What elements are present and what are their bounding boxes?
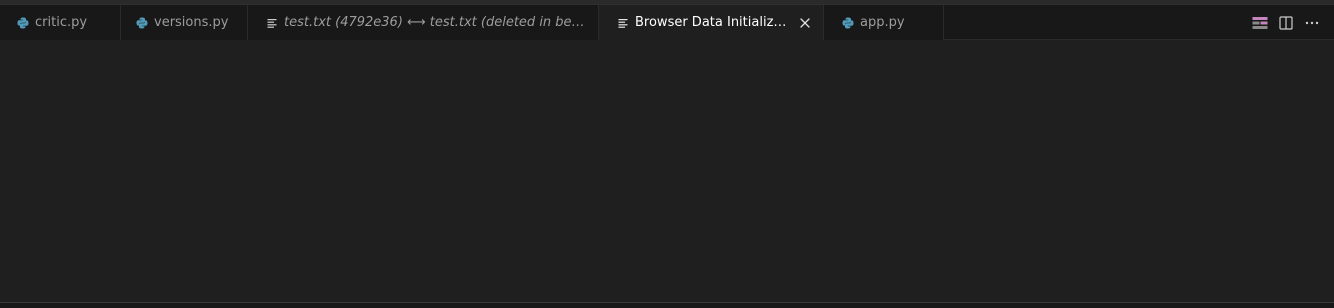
bottom-strip	[0, 303, 1334, 308]
editor-window: critic.py versions.py test.txt (4792e36)…	[0, 0, 1334, 308]
split-editor-icon[interactable]	[1278, 15, 1294, 31]
python-icon	[135, 16, 149, 30]
editor-tab-bar: critic.py versions.py test.txt (4792e36)…	[0, 5, 1334, 40]
python-icon	[16, 16, 30, 30]
tab-test-txt-diff[interactable]: test.txt (4792e36) ⟷ test.txt (deleted i…	[248, 5, 599, 40]
tab-browser-data-initialization[interactable]: Browser Data Initialization...	[599, 5, 824, 40]
more-actions-icon[interactable]	[1304, 15, 1320, 31]
tab-versions-py[interactable]: versions.py	[121, 5, 248, 40]
editor-area[interactable]	[0, 40, 1334, 302]
tab-label: versions.py	[154, 15, 229, 30]
tab-label: app.py	[860, 15, 905, 30]
tab-app-py[interactable]: app.py	[824, 5, 944, 40]
text-file-icon	[616, 16, 630, 30]
python-icon	[841, 16, 855, 30]
editor-actions	[1252, 5, 1320, 40]
text-file-icon	[265, 16, 279, 30]
tab-label: Browser Data Initialization...	[635, 15, 789, 30]
editor-layout-icon[interactable]	[1252, 15, 1268, 31]
tab-label: critic.py	[35, 15, 88, 30]
tab-critic-py[interactable]: critic.py	[0, 5, 121, 40]
close-icon[interactable]	[797, 15, 813, 31]
tab-label: test.txt (4792e36) ⟷ test.txt (deleted i…	[284, 15, 588, 30]
